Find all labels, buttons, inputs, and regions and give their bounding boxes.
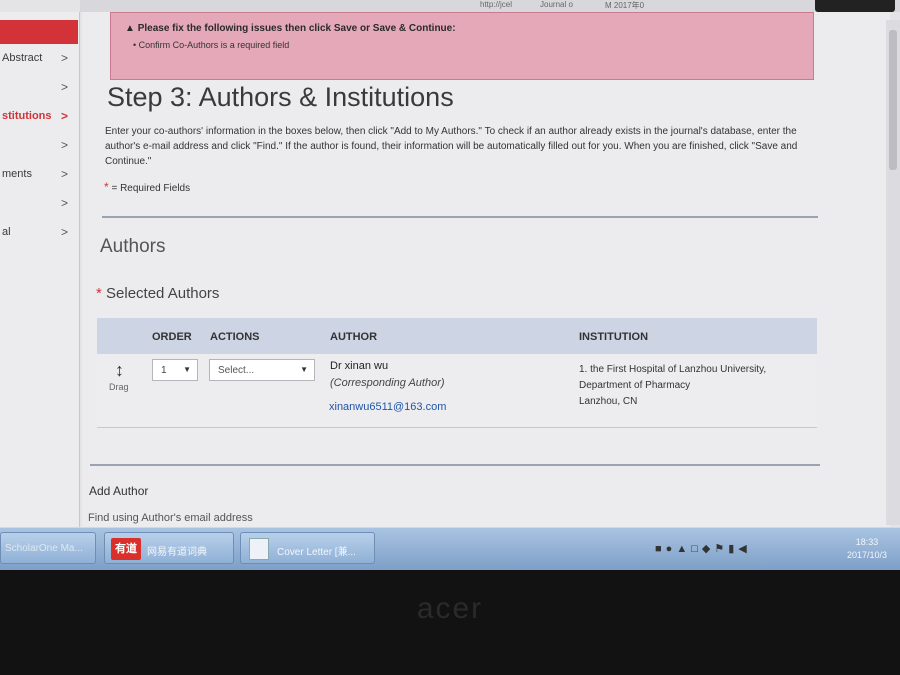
institution-line: Department of Pharmacy xyxy=(579,380,691,391)
alert-item-text: Confirm Co-Authors is a required field xyxy=(138,40,290,50)
drag-handle-icon[interactable]: ↕ xyxy=(115,360,124,381)
clock-date: 2017/10/3 xyxy=(846,550,888,560)
order-select[interactable]: 1 ▼ xyxy=(152,359,198,381)
column-header-order: ORDER xyxy=(152,331,192,343)
taskbar-item-label: Cover Letter [兼... xyxy=(277,547,356,558)
selected-authors-label: Selected Authors xyxy=(106,285,220,302)
sidebar-item[interactable]: > xyxy=(0,77,78,99)
chevron-right-icon: > xyxy=(60,138,68,152)
bookmark-item[interactable]: http://jcel xyxy=(480,0,512,9)
taskbar-item-dictionary[interactable]: 有道 网易有道词典 xyxy=(104,532,234,564)
actions-value: Select... xyxy=(218,365,255,376)
required-star: * xyxy=(104,180,109,194)
author-email-link[interactable]: xinanwu6511@163.com xyxy=(329,401,446,413)
taskbar-item-browser[interactable]: ScholarOne Ma... xyxy=(0,532,96,564)
network-icon[interactable]: ▲ xyxy=(676,543,691,555)
alert-item: • Confirm Co-Authors is a required field xyxy=(133,40,289,50)
authors-table-header: ORDER ACTIONS AUTHOR INSTITUTION xyxy=(97,318,817,354)
sidebar-item-attachments[interactable]: ments > xyxy=(0,164,78,186)
drag-label: Drag xyxy=(109,382,129,392)
sidebar-item[interactable]: > xyxy=(0,135,78,157)
taskbar-item-document[interactable]: Cover Letter [兼... xyxy=(240,532,375,564)
actions-select[interactable]: Select... ▼ xyxy=(209,359,315,381)
system-clock[interactable]: 18:33 2017/10/3 xyxy=(838,536,896,562)
chevron-right-icon: > xyxy=(60,109,68,123)
error-alert: ▲ Please fix the following issues then c… xyxy=(110,12,814,80)
divider xyxy=(102,216,818,218)
add-author-heading: Add Author xyxy=(89,484,149,498)
sidebar-header-bar xyxy=(0,20,78,44)
bullet-icon: • xyxy=(133,40,137,50)
column-header-actions: ACTIONS xyxy=(210,331,260,343)
bookmark-item[interactable]: M 2017年0 xyxy=(605,0,644,11)
sidebar-item-institutions[interactable]: stitutions > xyxy=(0,106,78,128)
shield-icon[interactable]: ● xyxy=(666,543,677,555)
taskbar: ScholarOne Ma... 有道 网易有道词典 Cover Letter … xyxy=(0,527,900,570)
intro-text: Enter your co-authors' information in th… xyxy=(105,126,798,167)
selected-authors-heading: * Selected Authors xyxy=(96,285,219,302)
sidebar-item[interactable]: > xyxy=(0,193,78,215)
browser-toolbar-dark xyxy=(815,0,895,12)
volume-icon[interactable]: ◀ xyxy=(738,543,750,555)
system-tray[interactable]: ■●▲□◆⚑▮◀ xyxy=(655,542,751,555)
divider xyxy=(90,464,820,466)
alert-title: ▲ Please fix the following issues then c… xyxy=(125,23,456,34)
warning-icon: ▲ xyxy=(125,23,135,34)
table-row: ↕ Drag 1 ▼ Select... ▼ Dr xinan wu (Corr… xyxy=(97,354,817,428)
browser-bookmark-bar: http://jcel Journal o M 2017年0 xyxy=(80,0,900,12)
scrollbar-thumb[interactable] xyxy=(889,30,897,170)
dropdown-arrow-icon: ▼ xyxy=(183,365,191,374)
bookmark-item[interactable]: Journal o xyxy=(540,0,573,9)
column-header-author: AUTHOR xyxy=(330,331,378,343)
chevron-right-icon: > xyxy=(60,167,68,181)
chevron-right-icon: > xyxy=(60,51,68,65)
document-icon xyxy=(249,538,269,560)
author-name: Dr xinan wu xyxy=(330,360,389,372)
page-title: Step 3: Authors & Institutions xyxy=(107,82,454,112)
sidebar-item-label: al xyxy=(2,226,11,238)
monitor-icon[interactable]: □ xyxy=(691,543,702,555)
sidebar-item-label: ments xyxy=(2,168,32,180)
institution-line: Lanzhou, CN xyxy=(579,396,638,407)
chevron-right-icon: > xyxy=(60,225,68,239)
required-text: = Required Fields xyxy=(111,183,191,194)
column-header-institution: INSTITUTION xyxy=(579,331,649,343)
institution-line: 1. the First Hospital of Lanzhou Univers… xyxy=(579,364,767,375)
chevron-right-icon: > xyxy=(60,80,68,94)
taskbar-item-label: 网易有道词典 xyxy=(147,547,207,558)
scrollbar[interactable] xyxy=(886,20,900,525)
find-by-email-label: Find using Author's email address xyxy=(88,512,253,524)
screen: http://jcel Journal o M 2017年0 Abstract … xyxy=(0,0,900,570)
sidebar-item-abstract[interactable]: Abstract > xyxy=(0,48,78,70)
required-fields-note: * = Required Fields xyxy=(104,180,190,194)
flag-icon[interactable]: ⚑ xyxy=(714,543,728,555)
order-value: 1 xyxy=(161,365,167,376)
sidebar-item-final[interactable]: al > xyxy=(0,222,78,244)
sidebar-item-label: Abstract xyxy=(2,52,43,64)
author-role: (Corresponding Author) xyxy=(330,377,445,389)
authors-heading: Authors xyxy=(100,236,166,257)
clock-time: 18:33 xyxy=(855,537,879,547)
tray-icon[interactable]: ■ xyxy=(655,543,666,555)
youdao-logo-icon: 有道 xyxy=(111,538,141,560)
monitor-bezel: acer xyxy=(0,570,900,675)
taskbar-item-label: ScholarOne Ma... xyxy=(5,543,83,554)
alert-title-text: Please fix the following issues then cli… xyxy=(137,23,456,34)
monitor-brand-logo: acer xyxy=(416,592,484,625)
dropdown-arrow-icon: ▼ xyxy=(300,365,308,374)
tray-icon[interactable]: ◆ xyxy=(702,543,714,555)
sidebar: Abstract > > stitutions > > ments > > al… xyxy=(0,12,80,527)
sidebar-item-label: stitutions xyxy=(2,110,52,122)
main-content: ▲ Please fix the following issues then c… xyxy=(82,12,890,527)
signal-icon[interactable]: ▮ xyxy=(728,543,738,555)
required-star: * xyxy=(96,285,102,302)
chevron-right-icon: > xyxy=(60,196,68,210)
